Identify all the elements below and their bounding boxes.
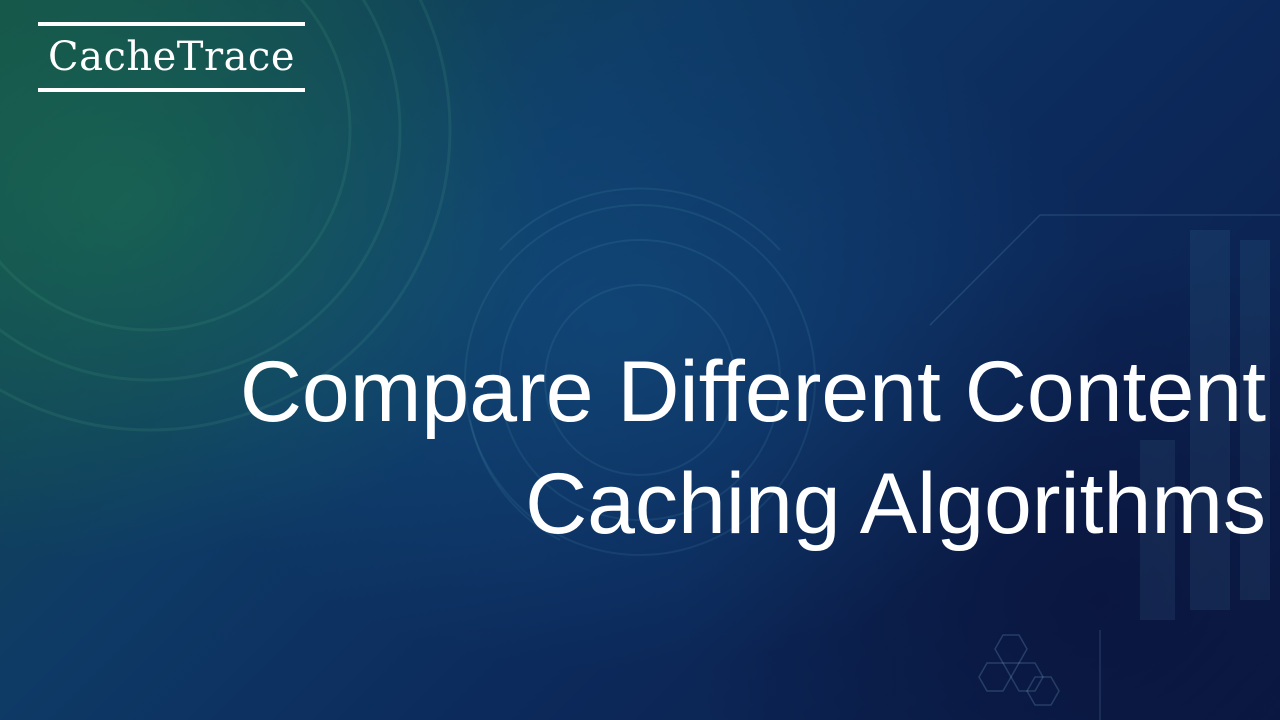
slide-title-line-2: Caching Algorithms <box>525 456 1266 552</box>
slide-title: Compare Different Content Caching Algori… <box>46 336 1266 560</box>
title-slide: CacheTrace Compare Different Content Cac… <box>0 0 1280 720</box>
slide-title-line-1: Compare Different Content <box>239 344 1266 440</box>
logo-top-rule <box>38 22 305 26</box>
logo-wordmark: CacheTrace <box>47 34 295 80</box>
brand-logo: CacheTrace <box>38 22 305 92</box>
logo-bottom-rule <box>38 88 305 92</box>
